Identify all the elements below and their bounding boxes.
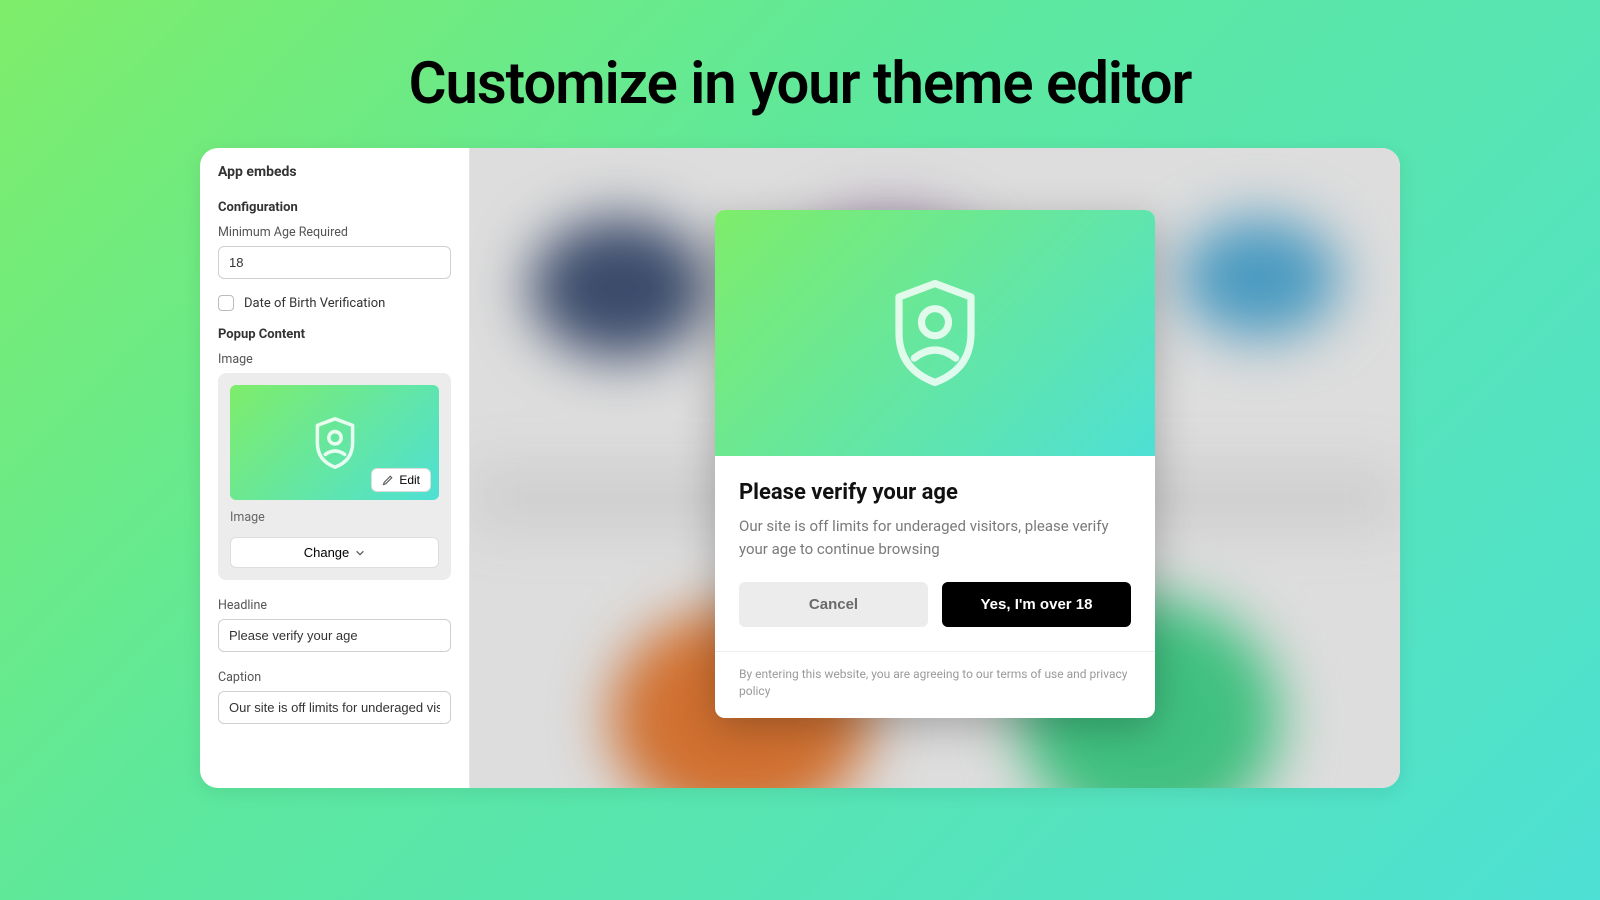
preview-pane: Please verify your age Our site is off l…: [470, 148, 1400, 788]
popup-title: Please verify your age: [739, 480, 1131, 505]
image-sublabel: Image: [230, 510, 439, 525]
image-preview: Edit: [230, 385, 439, 500]
shield-person-icon: [890, 278, 980, 388]
editor-sidebar: App embeds Configuration Minimum Age Req…: [200, 148, 470, 788]
popup-footer-text: By entering this website, you are agreei…: [715, 651, 1155, 718]
age-verify-popup: Please verify your age Our site is off l…: [715, 210, 1155, 718]
popup-hero-image: [715, 210, 1155, 456]
image-field-label: Image: [218, 352, 451, 367]
sidebar-title: App embeds: [218, 164, 451, 180]
popup-content-heading: Popup Content: [218, 327, 451, 342]
change-button-label: Change: [304, 545, 350, 560]
caption-label: Caption: [218, 670, 451, 685]
edit-image-button[interactable]: Edit: [371, 468, 431, 492]
popup-body: Please verify your age Our site is off l…: [715, 456, 1155, 651]
edit-button-label: Edit: [399, 473, 420, 487]
headline-label: Headline: [218, 598, 451, 613]
shield-person-icon: [313, 416, 357, 470]
headline-input[interactable]: [218, 619, 451, 652]
caption-input[interactable]: [218, 691, 451, 724]
dob-checkbox-label: Date of Birth Verification: [244, 296, 385, 311]
change-image-button[interactable]: Change: [230, 537, 439, 568]
min-age-input[interactable]: [218, 246, 451, 279]
pencil-icon: [382, 474, 394, 486]
dob-checkbox[interactable]: [218, 295, 234, 311]
chevron-down-icon: [355, 548, 365, 558]
image-card: Edit Image Change: [218, 373, 451, 580]
configuration-heading: Configuration: [218, 200, 451, 215]
cancel-button[interactable]: Cancel: [739, 582, 928, 627]
min-age-label: Minimum Age Required: [218, 225, 451, 240]
dob-verification-row[interactable]: Date of Birth Verification: [218, 295, 451, 311]
theme-editor-frame: App embeds Configuration Minimum Age Req…: [200, 148, 1400, 788]
popup-buttons: Cancel Yes, I'm over 18: [739, 582, 1131, 627]
page-hero-title: Customize in your theme editor: [0, 0, 1600, 148]
popup-caption: Our site is off limits for underaged vis…: [739, 515, 1131, 560]
confirm-button[interactable]: Yes, I'm over 18: [942, 582, 1131, 627]
